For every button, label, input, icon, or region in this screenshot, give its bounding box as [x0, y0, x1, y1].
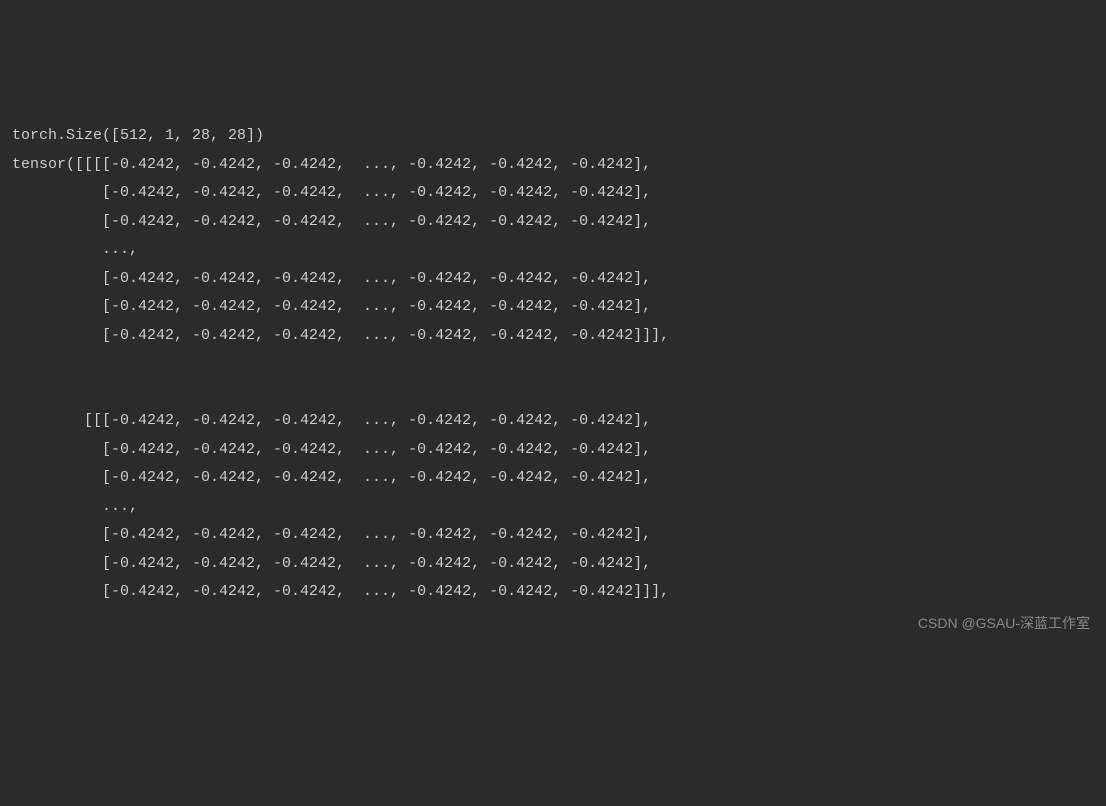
- output-line-13: ...,: [12, 493, 1094, 522]
- output-line-15: [-0.4242, -0.4242, -0.4242, ..., -0.4242…: [12, 550, 1094, 579]
- output-line-12: [-0.4242, -0.4242, -0.4242, ..., -0.4242…: [12, 464, 1094, 493]
- output-line-2: [-0.4242, -0.4242, -0.4242, ..., -0.4242…: [12, 179, 1094, 208]
- output-line-5: [-0.4242, -0.4242, -0.4242, ..., -0.4242…: [12, 265, 1094, 294]
- output-line-16: [-0.4242, -0.4242, -0.4242, ..., -0.4242…: [12, 578, 1094, 607]
- output-line-14: [-0.4242, -0.4242, -0.4242, ..., -0.4242…: [12, 521, 1094, 550]
- terminal-output: torch.Size([512, 1, 28, 28])tensor([[[[-…: [12, 122, 1094, 607]
- output-line-11: [-0.4242, -0.4242, -0.4242, ..., -0.4242…: [12, 436, 1094, 465]
- output-line-0: torch.Size([512, 1, 28, 28]): [12, 122, 1094, 151]
- output-line-3: [-0.4242, -0.4242, -0.4242, ..., -0.4242…: [12, 208, 1094, 237]
- output-line-8: [12, 350, 1094, 379]
- output-line-1: tensor([[[[-0.4242, -0.4242, -0.4242, ..…: [12, 151, 1094, 180]
- output-line-7: [-0.4242, -0.4242, -0.4242, ..., -0.4242…: [12, 322, 1094, 351]
- output-line-4: ...,: [12, 236, 1094, 265]
- watermark-text: CSDN @GSAU-深蓝工作室: [918, 610, 1090, 637]
- output-line-9: [12, 379, 1094, 408]
- output-line-10: [[[-0.4242, -0.4242, -0.4242, ..., -0.42…: [12, 407, 1094, 436]
- output-line-6: [-0.4242, -0.4242, -0.4242, ..., -0.4242…: [12, 293, 1094, 322]
